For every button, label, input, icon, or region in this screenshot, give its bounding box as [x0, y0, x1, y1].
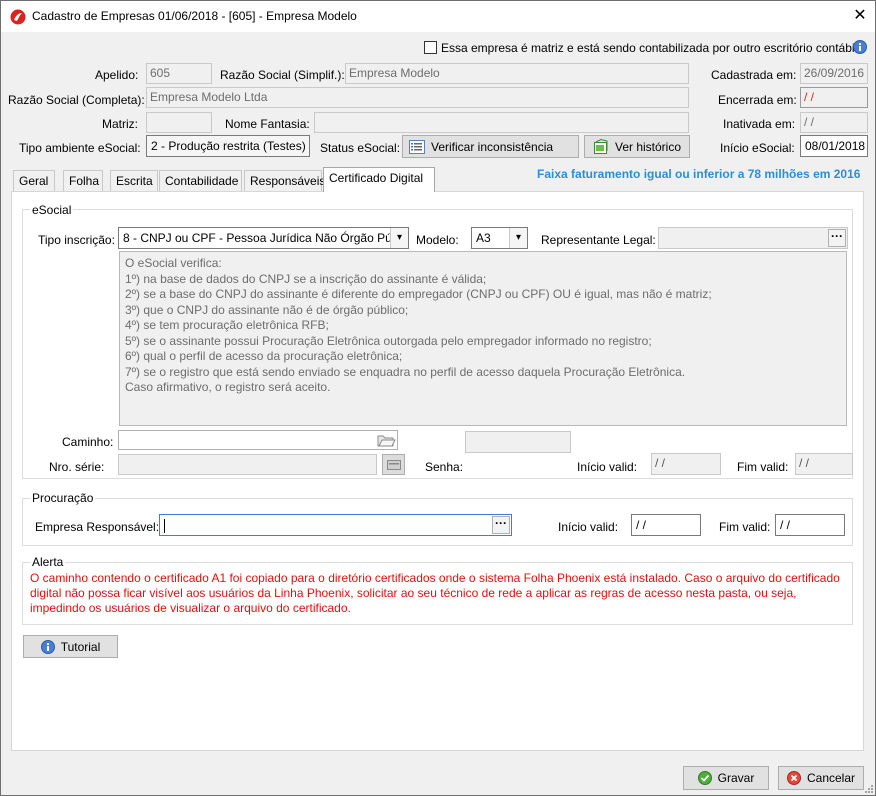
representante-label: Representante Legal:: [541, 233, 656, 247]
cadastro-empresas-window: Cadastro de Empresas 01/06/2018 - [605] …: [0, 0, 876, 796]
tab-escrita[interactable]: Escrita: [110, 170, 158, 191]
cancelar-label: Cancelar: [806, 771, 856, 785]
matriz-field[interactable]: [146, 112, 212, 133]
inativada-field[interactable]: / /: [800, 112, 868, 133]
modelo-label: Modelo:: [416, 233, 459, 247]
procuracao-inicio-valid-input[interactable]: / /: [631, 514, 701, 536]
tab-folha[interactable]: Folha: [63, 170, 103, 191]
cadastrada-label: Cadastrada em:: [711, 68, 797, 82]
fim-valid-label: Fim valid:: [737, 460, 789, 474]
serie-select-button[interactable]: [382, 454, 405, 475]
nro-serie-field[interactable]: [118, 454, 377, 475]
procuracao-fim-valid-label: Fim valid:: [719, 520, 771, 534]
empresa-responsavel-input[interactable]: [159, 514, 512, 536]
window-title: Cadastro de Empresas 01/06/2018 - [605] …: [32, 9, 357, 23]
alerta-group-title: Alerta: [30, 555, 66, 569]
chevron-down-icon[interactable]: ▾: [509, 228, 527, 248]
gravar-label: Gravar: [717, 771, 755, 785]
certificado-info-field: [465, 431, 571, 453]
tipo-inscricao-label: Tipo inscrição:: [38, 233, 115, 247]
verificar-inconsistencia-button[interactable]: Verificar inconsistência: [402, 135, 579, 158]
cancelar-button[interactable]: Cancelar: [778, 766, 864, 790]
modelo-select[interactable]: A3 ▾: [471, 227, 528, 249]
inicio-valid-field[interactable]: / /: [651, 453, 721, 475]
info-icon[interactable]: [853, 40, 867, 54]
check-icon: [697, 771, 712, 785]
apelido-label: Apelido:: [95, 68, 139, 82]
folder-open-icon[interactable]: [376, 431, 396, 449]
nome-fantasia-label: Nome Fantasia:: [225, 117, 310, 131]
encerrada-field[interactable]: / /: [800, 87, 868, 108]
verificar-inconsistencia-label: Verificar inconsistência: [431, 139, 554, 154]
cadastrada-field[interactable]: 26/09/2016: [800, 63, 868, 84]
inicio-valid-label: Início valid:: [577, 460, 638, 474]
procuracao-group-title: Procuração: [30, 491, 96, 505]
tab-responsaveis[interactable]: Responsáveis: [244, 170, 325, 191]
close-icon[interactable]: ✕: [847, 4, 873, 28]
tipo-inscricao-select[interactable]: 8 - CNPJ ou CPF - Pessoa Jurídica Não Ór…: [118, 227, 409, 249]
tab-certificado-digital[interactable]: Certificado Digital: [323, 167, 435, 192]
inativada-label: Inativada em:: [723, 117, 796, 131]
card-icon: [386, 459, 401, 470]
inicio-esocial-label: Início eSocial:: [720, 141, 795, 155]
matriz-checkbox[interactable]: [424, 41, 437, 54]
senha-label: Senha:: [425, 460, 464, 474]
razao-simplif-label: Razão Social (Simplif.):: [220, 68, 345, 82]
alerta-message: O caminho contendo o certificado A1 foi …: [30, 571, 840, 615]
inicio-esocial-field[interactable]: 08/01/2018: [800, 135, 868, 157]
title-bar: Cadastro de Empresas 01/06/2018 - [605] …: [1, 1, 875, 32]
cancel-icon: [786, 771, 801, 785]
faixa-faturamento-text: Faixa faturamento igual ou inferior a 78…: [537, 167, 861, 181]
representante-lookup-button[interactable]: ···: [828, 229, 846, 247]
representante-field[interactable]: [658, 227, 848, 249]
procuracao-inicio-valid-label: Início valid:: [558, 520, 619, 534]
empresa-responsavel-label: Empresa Responsável:: [35, 520, 160, 534]
tipo-ambiente-field[interactable]: 2 - Produção restrita (Testes): [146, 135, 310, 157]
tab-contabilidade[interactable]: Contabilidade: [159, 170, 242, 191]
ver-historico-button[interactable]: Ver histórico: [584, 135, 690, 158]
razao-completa-label: Razão Social (Completa):: [8, 93, 145, 107]
procuracao-fim-valid-input[interactable]: / /: [775, 514, 845, 536]
caminho-label: Caminho:: [62, 435, 114, 449]
apelido-field[interactable]: 605: [146, 63, 212, 84]
tab-geral[interactable]: Geral: [13, 170, 55, 191]
ver-historico-label: Ver histórico: [614, 139, 682, 154]
text-caret: [164, 518, 165, 533]
resize-grip-icon[interactable]: [863, 783, 874, 794]
caminho-input[interactable]: [118, 430, 398, 450]
app-logo-icon: [10, 9, 26, 25]
matriz-label: Matriz:: [102, 117, 138, 131]
history-icon: [593, 138, 608, 154]
matriz-checkbox-label: Essa empresa é matriz e está sendo conta…: [441, 41, 858, 55]
tipo-inscricao-value: 8 - CNPJ ou CPF - Pessoa Jurídica Não Ór…: [123, 231, 404, 245]
nro-serie-label: Nro. série:: [49, 460, 105, 474]
document-list-icon: [409, 139, 425, 154]
fim-valid-field[interactable]: / /: [795, 453, 853, 475]
modelo-value: A3: [476, 231, 491, 245]
status-esocial-label: Status eSocial:: [320, 141, 401, 155]
tipo-ambiente-label: Tipo ambiente eSocial:: [19, 141, 141, 155]
empresa-responsavel-lookup-button[interactable]: ···: [492, 516, 510, 534]
encerrada-label: Encerrada em:: [718, 93, 797, 107]
chevron-down-icon[interactable]: ▾: [390, 228, 408, 248]
esocial-info-memo: O eSocial verifica: 1º) na base de dados…: [119, 251, 847, 426]
tutorial-button[interactable]: Tutorial: [23, 635, 118, 658]
nome-fantasia-field[interactable]: [314, 112, 689, 133]
razao-simplif-field[interactable]: Empresa Modelo: [345, 63, 689, 84]
esocial-group-title: eSocial: [30, 203, 74, 217]
info-icon: [40, 639, 55, 654]
tutorial-label: Tutorial: [60, 639, 101, 654]
razao-completa-field[interactable]: Empresa Modelo Ltda: [146, 87, 689, 108]
gravar-button[interactable]: Gravar: [683, 766, 769, 790]
